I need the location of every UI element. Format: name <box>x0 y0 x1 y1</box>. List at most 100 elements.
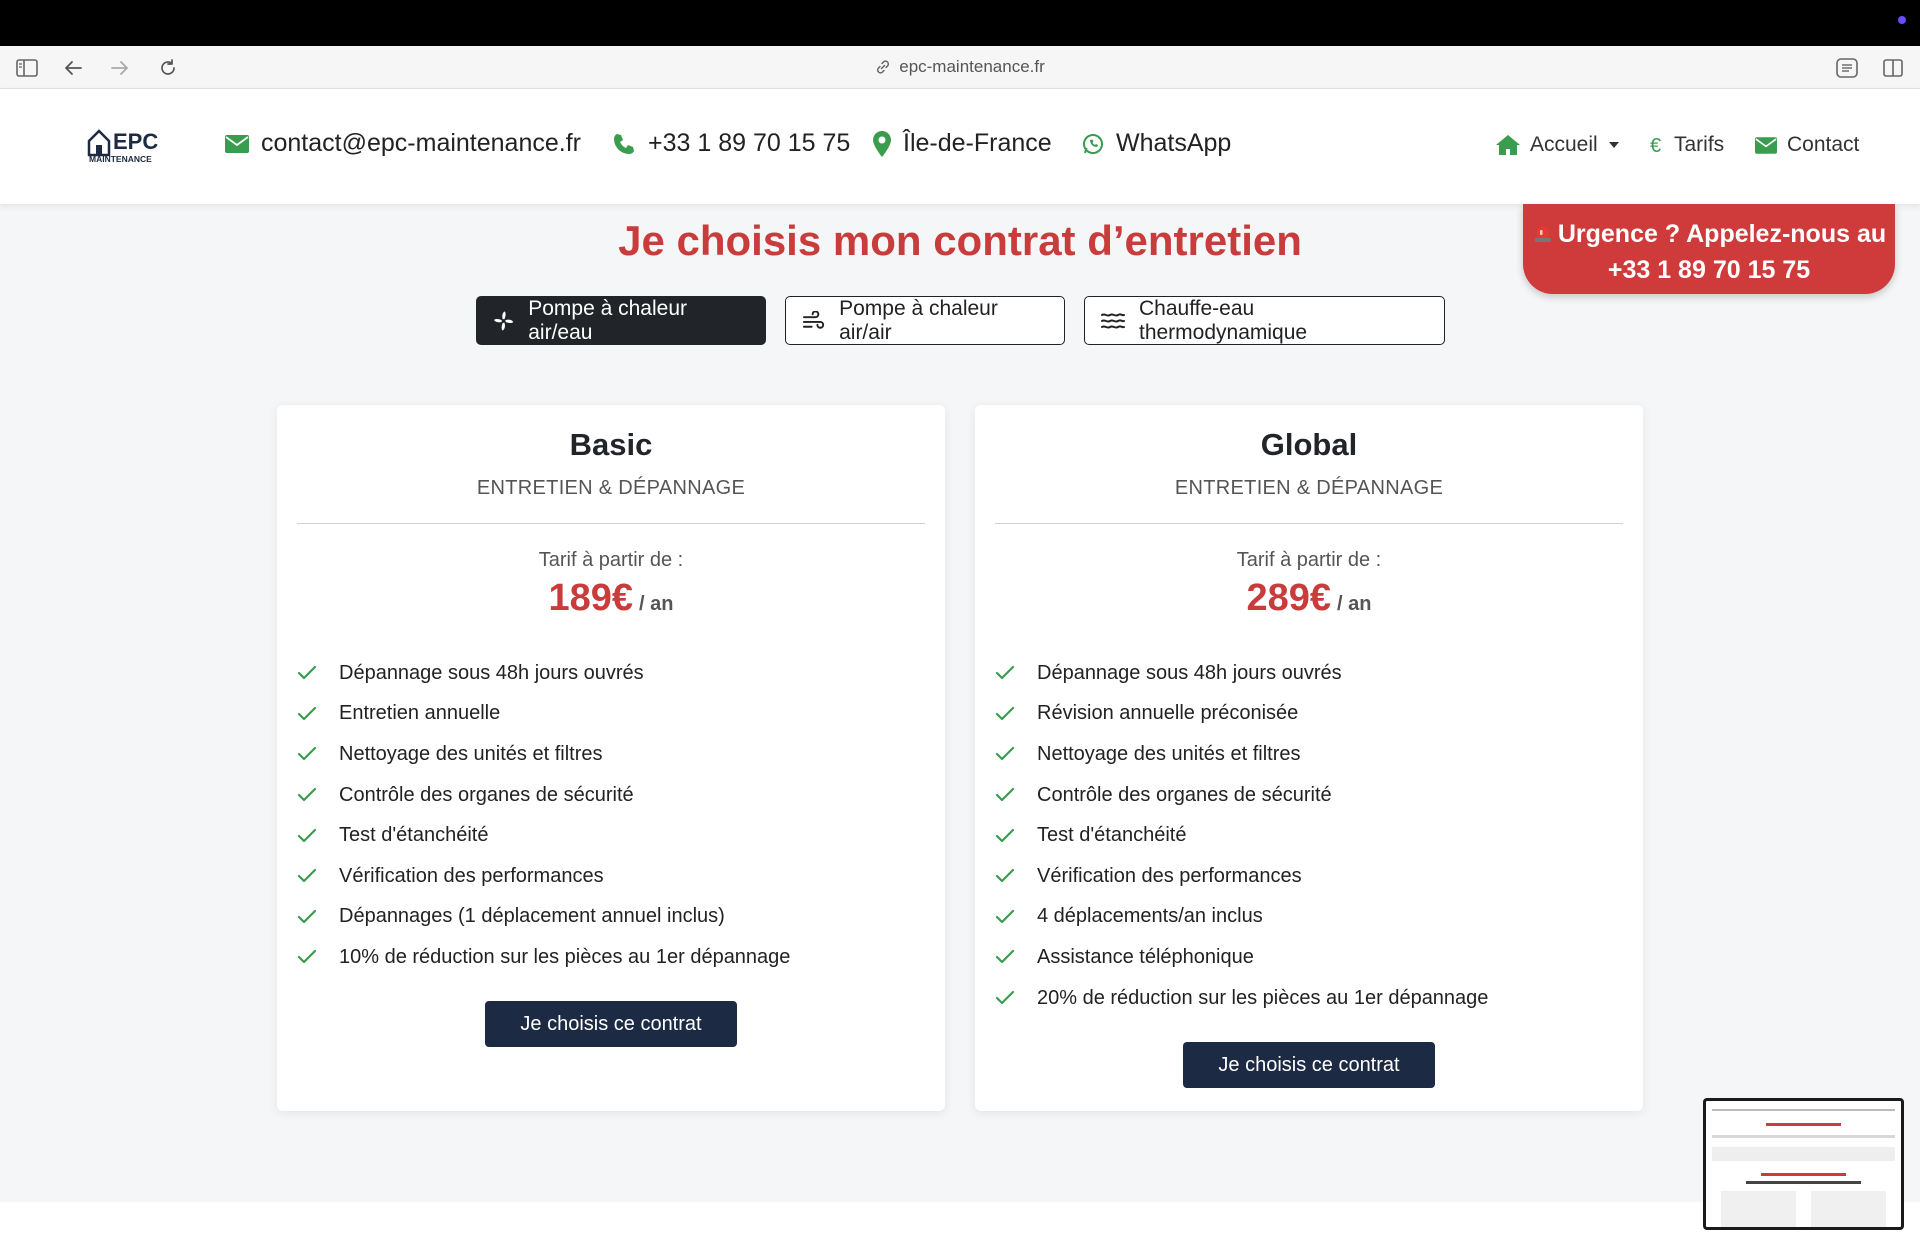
feature-text: Dépannage sous 48h jours ouvrés <box>339 661 644 684</box>
price-period: / an <box>1337 593 1372 615</box>
feature-text: Révision annuelle préconisée <box>1037 702 1299 725</box>
fan-icon <box>493 310 514 331</box>
feature-list: Dépannage sous 48h jours ouvrés Révision… <box>995 653 1488 1018</box>
tab-label: Pompe à chaleur air/eau <box>528 296 687 344</box>
check-icon <box>297 950 317 964</box>
feature-text: Entretien annuelle <box>339 702 501 725</box>
check-icon <box>995 869 1015 883</box>
feature-list: Dépannage sous 48h jours ouvrés Entretie… <box>297 653 790 978</box>
envelope-icon <box>1755 136 1777 154</box>
feature-item: Nettoyage des unités et filtres <box>297 734 790 775</box>
check-icon <box>297 787 317 802</box>
feature-item: Dépannages (1 déplacement annuel inclus) <box>297 897 790 938</box>
feature-item: 20% de réduction sur les pièces au 1er d… <box>995 978 1488 1019</box>
feature-item: Test d'étanchéité <box>995 815 1488 856</box>
check-icon <box>297 869 317 883</box>
check-icon <box>995 990 1015 1005</box>
feature-text: Vérification des performances <box>339 864 604 887</box>
feature-text: Vérification des performances <box>1037 864 1302 887</box>
site-header: EPC MAINTENANCE contact@epc-maintenance.… <box>0 89 1920 204</box>
feature-text: Nettoyage des unités et filtres <box>1037 742 1301 765</box>
nav-accueil[interactable]: Accueil <box>1496 133 1620 157</box>
check-icon <box>995 787 1015 802</box>
nav-contact[interactable]: Contact <box>1755 133 1859 157</box>
page-title: Je choisis mon contrat d’entretien <box>618 217 1302 264</box>
whatsapp-icon <box>1083 133 1103 154</box>
feature-item: Contrôle des organes de sécurité <box>297 775 790 816</box>
tab-label: Pompe à chaleur air/air <box>839 296 998 344</box>
choose-contract-button[interactable]: Je choisis ce contrat <box>1183 1042 1435 1088</box>
plan-price: 289€ / an <box>975 577 1643 620</box>
browser-toolbar: epc-maintenance.fr <box>0 46 1920 89</box>
header-region: Île-de-France <box>873 129 1052 158</box>
check-icon <box>297 666 317 680</box>
link-icon <box>875 59 891 80</box>
header-phone[interactable]: +33 1 89 70 15 75 <box>612 129 850 158</box>
price-period: / an <box>639 593 674 615</box>
feature-text: Dépannages (1 déplacement annuel inclus) <box>339 905 725 928</box>
check-icon <box>995 747 1015 761</box>
region-text: Île-de-France <box>903 129 1052 157</box>
header-email[interactable]: contact@epc-maintenance.fr <box>225 129 581 158</box>
envelope-icon <box>225 134 249 153</box>
euro-icon: € <box>1650 135 1661 155</box>
feature-text: Contrôle des organes de sécurité <box>1037 783 1332 806</box>
tab-pac-air-air[interactable]: Pompe à chaleur air/air <box>785 296 1065 345</box>
check-icon <box>297 909 317 923</box>
logo-subtext: MAINTENANCE <box>89 154 152 163</box>
check-icon <box>995 706 1015 720</box>
split-view-icon[interactable] <box>1880 55 1906 81</box>
price-amount: 189€ <box>548 577 634 619</box>
phone-text: +33 1 89 70 15 75 <box>648 129 851 157</box>
header-whatsapp[interactable]: WhatsApp <box>1082 129 1231 158</box>
check-icon <box>995 666 1015 680</box>
feature-item: 4 déplacements/an inclus <box>995 897 1488 938</box>
phone-icon <box>614 133 634 154</box>
plan-price: 189€ / an <box>277 577 945 620</box>
check-icon <box>297 828 317 842</box>
check-icon <box>995 950 1015 964</box>
plan-card-basic: Basic ENTRETIEN & DÉPANNAGE Tarif à part… <box>277 405 945 1111</box>
plan-name: Basic <box>569 427 653 462</box>
epc-logo[interactable]: EPC MAINTENANCE <box>87 127 171 164</box>
plan-subtitle: ENTRETIEN & DÉPANNAGE <box>476 477 746 499</box>
plan-subtitle: ENTRETIEN & DÉPANNAGE <box>1174 477 1444 499</box>
next-section-edge <box>0 1202 1920 1246</box>
divider <box>995 523 1623 524</box>
caret-down-icon <box>1608 142 1619 148</box>
feature-text: Test d'étanchéité <box>339 824 489 847</box>
tab-chauffe-eau[interactable]: Chauffe-eau thermodynamique <box>1084 296 1445 345</box>
wind-icon <box>802 310 825 329</box>
svg-text:€: € <box>1650 135 1661 155</box>
logo-text: EPC <box>113 129 158 154</box>
feature-text: 20% de réduction sur les pièces au 1er d… <box>1037 986 1489 1009</box>
feature-item: Assistance téléphonique <box>995 937 1488 978</box>
os-menu-bar <box>0 0 1920 46</box>
nav-accueil-label: Accueil <box>1530 133 1598 156</box>
divider <box>297 523 925 524</box>
feature-item: Nettoyage des unités et filtres <box>995 734 1488 775</box>
address-bar[interactable]: epc-maintenance.fr <box>0 57 1920 80</box>
check-icon <box>995 909 1015 923</box>
feature-text: Dépannage sous 48h jours ouvrés <box>1037 661 1342 684</box>
email-text: contact@epc-maintenance.fr <box>261 129 581 157</box>
tab-label: Chauffe-eau thermodynamique <box>1138 296 1308 344</box>
feature-item: 10% de réduction sur les pièces au 1er d… <box>297 937 790 978</box>
feature-item: Dépannage sous 48h jours ouvrés <box>995 653 1488 694</box>
feature-text: Contrôle des organes de sécurité <box>339 783 634 806</box>
feature-item: Vérification des performances <box>297 856 790 897</box>
feature-item: Entretien annuelle <box>297 694 790 735</box>
home-icon <box>1496 135 1520 155</box>
plan-card-global: Global ENTRETIEN & DÉPANNAGE Tarif à par… <box>975 405 1643 1111</box>
price-from-label: Tarif à partir de : <box>1236 549 1382 571</box>
choose-contract-button[interactable]: Je choisis ce contrat <box>485 1001 737 1047</box>
page-preview-thumbnail[interactable] <box>1703 1098 1904 1230</box>
map-pin-icon <box>873 130 891 157</box>
url-text: epc-maintenance.fr <box>899 57 1045 76</box>
water-waves-icon <box>1101 312 1125 329</box>
nav-tarifs-label: Tarifs <box>1674 133 1725 156</box>
tab-pac-air-eau[interactable]: Pompe à chaleur air/eau <box>476 296 766 345</box>
nav-tarifs[interactable]: € Tarifs <box>1650 133 1724 157</box>
reader-mode-icon[interactable] <box>1834 55 1860 81</box>
feature-text: 4 déplacements/an inclus <box>1037 905 1263 928</box>
